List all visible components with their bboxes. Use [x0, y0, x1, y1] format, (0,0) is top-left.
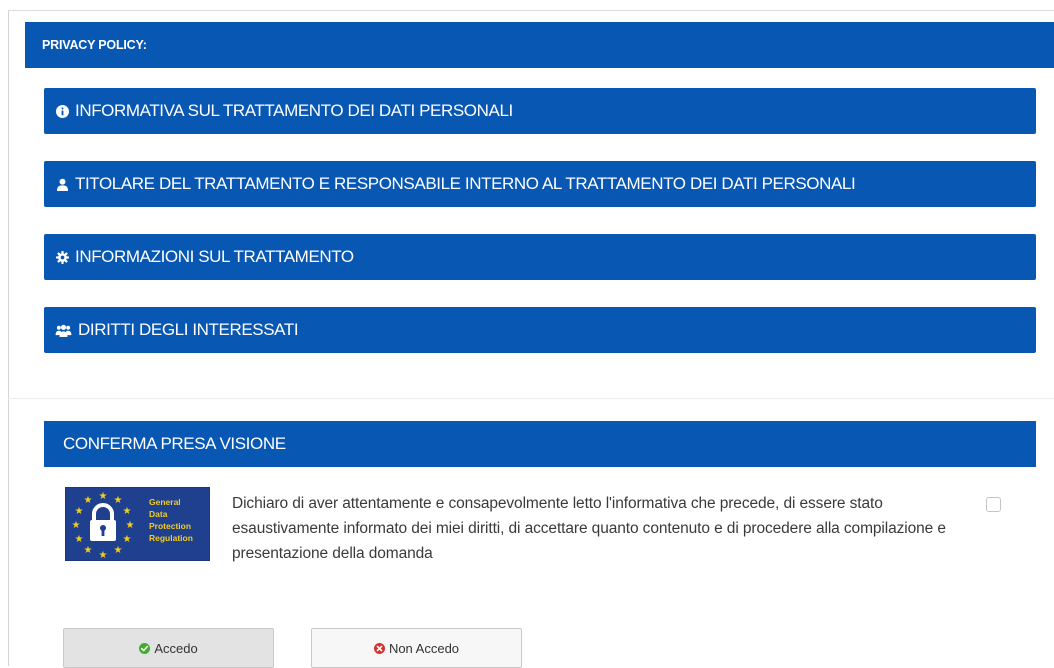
- svg-text:★: ★: [114, 495, 123, 506]
- accordion-label: INFORMATIVA SUL TRATTAMENTO DEI DATI PER…: [75, 101, 513, 120]
- non-accedo-button[interactable]: Non Accedo: [311, 628, 522, 668]
- check-circle-icon: [139, 642, 151, 654]
- svg-text:★: ★: [99, 550, 108, 561]
- svg-text:★: ★: [75, 506, 84, 517]
- svg-text:Data: Data: [149, 509, 168, 519]
- privacy-policy-title: PRIVACY POLICY:: [42, 38, 147, 52]
- svg-text:General: General: [149, 497, 181, 507]
- accordion-titolare[interactable]: TITOLARE DEL TRATTAMENTO E RESPONSABILE …: [44, 161, 1036, 207]
- accordion-label: INFORMAZIONI SUL TRATTAMENTO: [75, 247, 354, 266]
- page-top-border: [8, 10, 1054, 11]
- accordion-informativa[interactable]: INFORMATIVA SUL TRATTAMENTO DEI DATI PER…: [44, 88, 1036, 134]
- accordion-label: TITOLARE DEL TRATTAMENTO E RESPONSABILE …: [75, 174, 856, 193]
- accedo-label: Accedo: [154, 640, 198, 656]
- privacy-policy-header: PRIVACY POLICY:: [25, 22, 1054, 68]
- section-divider: [8, 398, 1054, 399]
- confirm-title: CONFERMA PRESA VISIONE: [63, 434, 286, 453]
- page-left-border: [8, 10, 9, 666]
- gdpr-lock-logo: ★ ★ ★ ★ ★ ★ ★ ★ ★ ★ ★ ★ General Data Pro…: [65, 487, 210, 561]
- users-icon: [55, 323, 72, 337]
- info-circle-icon: [55, 104, 69, 118]
- svg-text:Protection: Protection: [149, 521, 191, 531]
- confirm-header: CONFERMA PRESA VISIONE: [44, 421, 1036, 467]
- svg-text:★: ★: [123, 534, 132, 545]
- svg-text:★: ★: [114, 545, 123, 556]
- accordion-label: DIRITTI DEGLI INTERESSATI: [78, 320, 299, 339]
- svg-text:★: ★: [72, 520, 81, 531]
- gear-icon: [55, 250, 69, 264]
- svg-text:★: ★: [126, 520, 135, 531]
- accordion-diritti[interactable]: DIRITTI DEGLI INTERESSATI: [44, 307, 1036, 353]
- non-accedo-label: Non Accedo: [388, 640, 460, 656]
- svg-text:Regulation: Regulation: [149, 533, 193, 543]
- confirm-checkbox[interactable]: [986, 497, 1001, 512]
- declaration-text: Dichiaro di aver attentamente e consapev…: [232, 495, 946, 562]
- accordion-informazioni[interactable]: INFORMAZIONI SUL TRATTAMENTO: [44, 234, 1036, 280]
- user-icon: [55, 177, 69, 191]
- svg-text:★: ★: [99, 491, 108, 502]
- times-circle-icon: [373, 642, 385, 654]
- svg-text:★: ★: [84, 545, 93, 556]
- svg-text:★: ★: [75, 534, 84, 545]
- accedo-button[interactable]: Accedo: [63, 628, 274, 668]
- svg-text:★: ★: [84, 495, 93, 506]
- svg-text:★: ★: [123, 506, 132, 517]
